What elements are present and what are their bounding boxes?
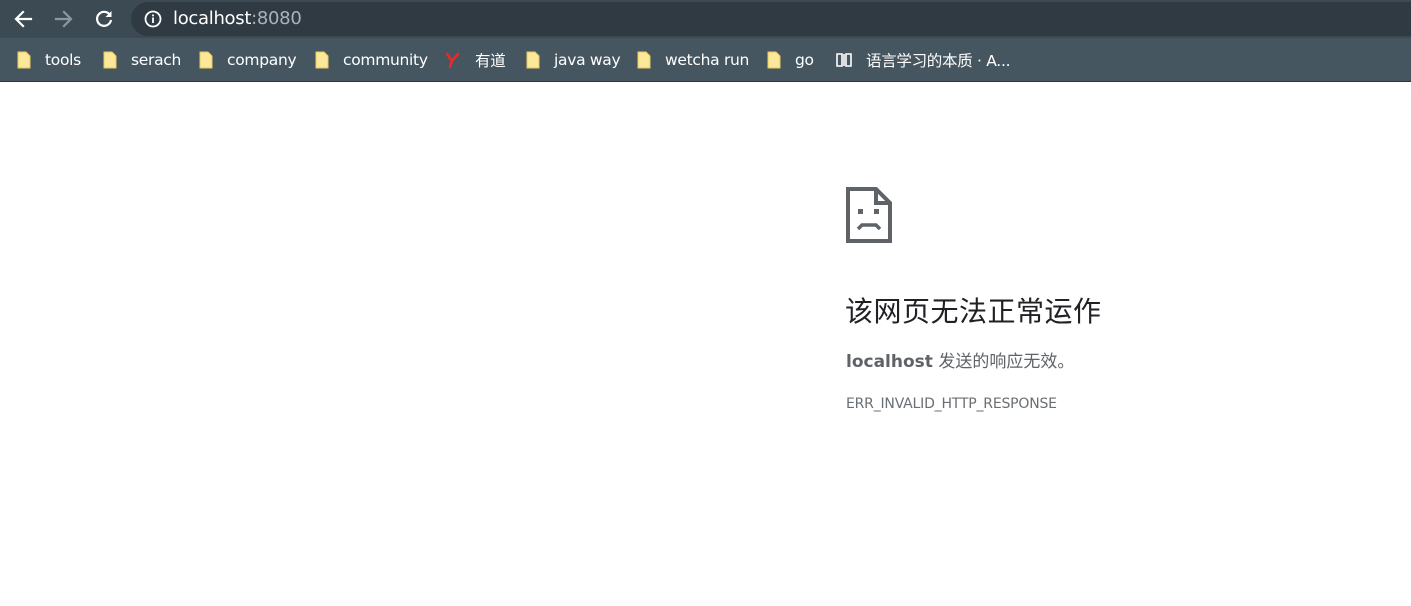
reload-button[interactable] [91, 6, 117, 32]
folder-icon [637, 51, 651, 69]
bookmark-label: serach [131, 51, 182, 69]
url-text[interactable]: localhost:8080 [173, 8, 302, 30]
bookmark-go[interactable]: go [767, 48, 814, 72]
bookmark-java-way[interactable]: java way [526, 48, 621, 72]
error-description: localhost 发送的响应无效。 [846, 347, 1074, 372]
folder-icon [103, 51, 117, 69]
folder-icon [199, 51, 213, 69]
bookmark-youdao[interactable]: 有道 [445, 48, 506, 72]
arrow-left-icon [14, 10, 33, 28]
bookmark-label: wetcha run [665, 51, 750, 69]
bookmark-language-learning[interactable]: 语言学习的本质 · A... [836, 48, 1011, 72]
book-icon [836, 51, 852, 69]
url-port: :8080 [251, 8, 302, 29]
url-host: localhost [173, 8, 252, 29]
bookmark-label: tools [45, 51, 81, 69]
sad-page-icon [846, 187, 892, 243]
bookmark-company[interactable]: company [199, 48, 297, 72]
error-host: localhost [846, 352, 933, 372]
error-message: 发送的响应无效。 [932, 352, 1075, 372]
bookmark-label: java way [554, 51, 621, 69]
bookmark-wetcha-run[interactable]: wetcha run [637, 48, 749, 72]
youdao-icon [445, 51, 461, 69]
bookmarks-bar: tools serach company community 有道 java w… [0, 38, 1411, 82]
error-code[interactable]: ERR_INVALID_HTTP_RESPONSE [846, 396, 1057, 412]
bookmark-label: go [795, 51, 814, 69]
folder-icon [767, 51, 781, 69]
bookmark-label: company [227, 51, 297, 69]
address-bar[interactable]: localhost:8080 [131, 2, 1411, 36]
bookmark-label: community [343, 51, 428, 69]
back-button[interactable] [10, 6, 36, 32]
error-title: 该网页无法正常运作 [845, 295, 1102, 328]
bookmark-label: 语言学习的本质 · A... [866, 52, 1011, 70]
forward-button[interactable] [51, 6, 77, 32]
bookmark-serach[interactable]: serach [103, 48, 181, 72]
bookmark-label: 有道 [475, 52, 506, 70]
folder-icon [315, 51, 329, 69]
info-icon[interactable] [144, 10, 162, 28]
folder-icon [17, 51, 31, 69]
folder-icon [526, 51, 540, 69]
browser-toolbar: localhost:8080 [0, 0, 1411, 38]
bookmark-tools[interactable]: tools [17, 48, 81, 72]
bookmark-community[interactable]: community [315, 48, 428, 72]
arrow-right-icon [54, 10, 73, 28]
reload-icon [96, 10, 113, 27]
